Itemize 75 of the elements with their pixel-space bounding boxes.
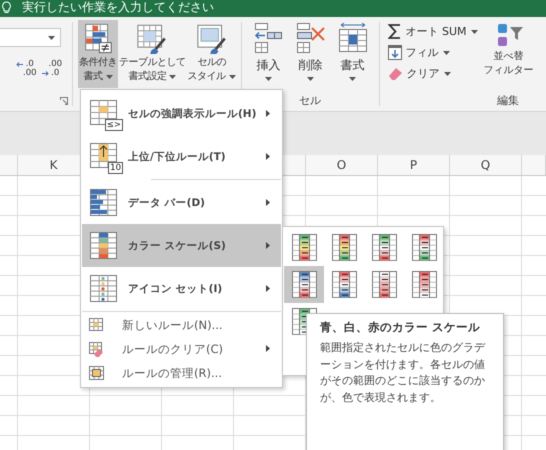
menu-item[interactable]: アイコン セット(I) [82, 267, 281, 310]
eraser-icon [388, 67, 402, 80]
submenu-arrow-icon [266, 242, 270, 248]
dialog-launcher-icon[interactable] [60, 97, 68, 105]
caret-icon [265, 77, 272, 81]
format-cells-icon [338, 22, 368, 54]
color-scale-icon [412, 234, 436, 261]
caret-icon [470, 30, 478, 34]
caret-icon [48, 36, 55, 40]
color-scale-icon [372, 234, 396, 261]
tell-me-search-prompt[interactable]: 実行したい作業を入力してください [22, 0, 214, 14]
icon-badge: 10 [108, 162, 123, 174]
submenu-arrow-icon [266, 110, 270, 116]
lightbulb-icon[interactable] [1, 0, 12, 12]
fill-button[interactable]: フィル [388, 45, 478, 60]
submenu-arrow-icon [266, 284, 270, 292]
color-scale-icon [332, 271, 356, 298]
color-scale-icon [90, 232, 120, 260]
sort-filter-button[interactable]: 並べ替 フィルター [484, 22, 534, 81]
caret-icon [349, 77, 356, 81]
caret-icon [169, 75, 176, 79]
cell-style-brush-icon [194, 23, 228, 54]
highlight-rules-icon [90, 100, 120, 128]
menu-item[interactable]: ルールの管理(R)... [82, 361, 281, 385]
color-scale-icon [372, 271, 396, 298]
decrease-decimal-button[interactable]: .00 .0 [42, 60, 62, 78]
format-button[interactable]: 書式 [336, 22, 370, 81]
menu-item[interactable]: 10 上位/下位ルール(T) [82, 135, 281, 178]
menu-item[interactable]: データ バー(D) [82, 181, 281, 224]
caret-icon [307, 77, 314, 81]
delete-cells-icon [296, 22, 326, 54]
conditional-formatting-button[interactable]: 条件付き 書式 [78, 20, 118, 88]
submenu-arrow-icon [266, 198, 270, 206]
menu-item[interactable]: ルールのクリア(C) [82, 337, 281, 361]
menu-item[interactable]: ≤> セルの強調表示ルール(H) [82, 92, 281, 135]
menu-item[interactable]: 新しいルール(N)... [82, 313, 281, 337]
caret-icon [442, 50, 450, 54]
tooltip-title: 青、白、赤のカラー スケール [320, 320, 482, 335]
submenu-arrow-icon [266, 345, 270, 352]
increase-decimal-button[interactable]: .0 .00 [16, 60, 37, 78]
icon-set-icon [90, 274, 120, 302]
color-scale-icon [332, 234, 356, 261]
group-label: セル [299, 93, 321, 108]
caret-icon [444, 72, 450, 76]
arrow-icon [16, 62, 23, 67]
column-header[interactable]: K [50, 158, 58, 172]
column-header[interactable]: P [410, 158, 418, 172]
color-scale-icon [412, 271, 436, 298]
column-header[interactable]: O [336, 158, 346, 172]
conditional-format-icon [82, 23, 114, 54]
autosum-button[interactable]: オート SUM [388, 24, 478, 39]
arrow-icon [42, 71, 49, 76]
clear-button[interactable]: クリア [388, 66, 478, 81]
tooltip-text: 範囲指定されたセルに色のグラデーションを付けます。各セルの値がその範囲のどこに該当するのかが、色で表現されます。 [320, 340, 486, 406]
top-bottom-rules-icon [90, 142, 120, 170]
column-header[interactable]: Q [480, 158, 490, 172]
icon-badge: ≤> [104, 118, 123, 130]
color-scale-icon [292, 271, 316, 298]
color-scale-icon [292, 234, 316, 261]
clear-rules-icon [89, 342, 105, 356]
manage-rules-icon [89, 366, 105, 380]
insert-cells-icon [254, 22, 284, 54]
delete-button[interactable]: 削除 [294, 22, 328, 81]
menu-item[interactable]: カラー スケール(S) [82, 224, 281, 267]
sigma-icon [388, 24, 402, 39]
color-scale-option[interactable] [284, 266, 324, 303]
group-label: 編集 [496, 93, 519, 108]
fill-down-icon [388, 45, 402, 60]
data-bar-icon [90, 188, 120, 216]
cell-styles-button[interactable]: セルの スタイル [186, 20, 236, 88]
insert-button[interactable]: 挿入 [252, 22, 286, 81]
format-as-table-button[interactable]: テーブルとして 書式設定 [118, 20, 186, 88]
submenu-arrow-icon [266, 152, 270, 160]
caret-icon [228, 75, 236, 79]
caret-icon [106, 75, 112, 79]
